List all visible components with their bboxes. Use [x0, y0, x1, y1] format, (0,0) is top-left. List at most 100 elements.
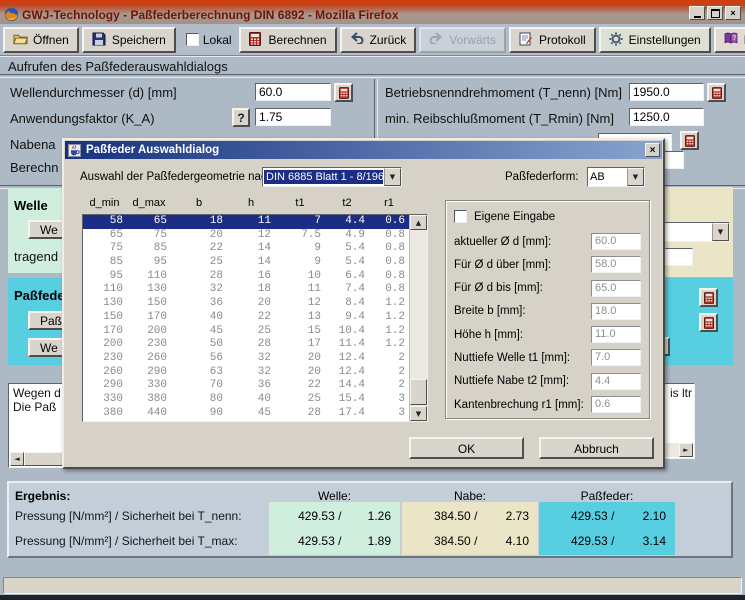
local-checkbox[interactable] — [186, 33, 199, 46]
passfederform-dropdown[interactable]: AB ▼ — [587, 167, 645, 187]
cancel-button[interactable]: Abbruch — [539, 437, 654, 459]
table-cell: 290 — [83, 379, 128, 393]
table-cell: 260 — [128, 352, 172, 366]
scroll-right-icon[interactable]: ► — [679, 443, 693, 457]
ok-button[interactable]: OK — [409, 437, 524, 459]
table-row[interactable]: 7585221495.40.8 — [83, 242, 427, 256]
table-cell: 9.4 — [326, 311, 370, 325]
table-row[interactable]: 1101303218117.40.8 — [83, 283, 427, 297]
table-cell: 0.8 — [370, 256, 410, 270]
table-cell: 2 — [370, 352, 410, 366]
application-factor-input[interactable] — [255, 108, 331, 126]
table-cell: 1.2 — [370, 297, 410, 311]
table-cell: 14 — [228, 242, 276, 256]
field-label: Kantenbrechung r1 [mm]: — [454, 399, 584, 411]
chevron-down-icon[interactable]: ▼ — [384, 168, 401, 186]
calculate-button-label: Berechnen — [269, 33, 327, 47]
table-row[interactable]: 8595251495.40.8 — [83, 256, 427, 270]
open-button[interactable]: Öffnen — [3, 27, 79, 53]
shaft-diameter-calc-button[interactable] — [334, 83, 353, 102]
table-row[interactable]: 951102816106.40.8 — [83, 270, 427, 284]
passfeder-calc-button1[interactable] — [699, 288, 718, 307]
protocol-button[interactable]: Protokoll — [509, 27, 596, 53]
table-row[interactable]: 17020045251510.41.2 — [83, 325, 427, 339]
table-row[interactable]: 657520127.54.90.8 — [83, 229, 427, 243]
geometry-label: Auswahl der Paßfedergeometrie nach: — [80, 171, 276, 183]
table-cell: 45 — [172, 325, 228, 339]
chevron-down-icon[interactable]: ▼ — [627, 168, 644, 186]
result-row-label: Pressung [N/mm²] / Sicherheit bei T_nenn… — [15, 509, 242, 523]
table-cell: 10 — [276, 270, 326, 284]
settings-button-label: Einstellungen — [629, 33, 701, 47]
nominal-torque-input[interactable] — [629, 83, 704, 101]
table-cell: 20 — [276, 366, 326, 380]
table-row[interactable]: 33038080402515.43 — [83, 393, 427, 407]
nominal-torque-calc-button[interactable] — [707, 83, 726, 102]
maximize-icon — [711, 9, 720, 18]
geometry-table-body: 5865181174.40.6657520127.54.90.875852214… — [83, 215, 427, 420]
table-row[interactable]: 29033070362214.42 — [83, 379, 427, 393]
shaft-diameter-input[interactable] — [255, 83, 331, 101]
dialog-close-button[interactable]: × — [645, 143, 660, 157]
maximize-button[interactable] — [707, 6, 723, 20]
table-cell: 230 — [128, 338, 172, 352]
forward-button[interactable]: Vorwärts — [419, 27, 506, 53]
min-friction-input[interactable] — [629, 108, 704, 126]
table-row[interactable]: 5865181174.40.6 — [83, 215, 427, 229]
field-label: Höhe h [mm]: — [454, 329, 523, 341]
gear-icon — [609, 32, 624, 47]
forward-button-label: Vorwärts — [449, 33, 496, 47]
close-button[interactable]: × — [725, 6, 741, 20]
eigene-eingabe-checkbox[interactable] — [454, 210, 467, 223]
separator — [0, 74, 745, 78]
scroll-down-icon[interactable]: ▼ — [410, 406, 427, 421]
results-panel: Ergebnis: Welle: Nabe: Paßfeder: Pressun… — [7, 481, 733, 558]
table-row[interactable]: 1501704022139.41.2 — [83, 311, 427, 325]
table-cell: 25 — [276, 393, 326, 407]
vertical-scrollbar[interactable]: ▲ ▼ — [409, 215, 427, 421]
settings-button[interactable]: Einstellungen — [599, 27, 711, 53]
table-cell: 32 — [172, 283, 228, 297]
calc-label-partial: Berechn — [10, 160, 58, 175]
save-button[interactable]: Speichern — [82, 27, 176, 53]
scroll-left-icon[interactable]: ◄ — [10, 452, 24, 466]
table-cell: 5.4 — [326, 256, 370, 270]
table-header-cell: t1 — [275, 197, 325, 209]
passfeder-calc-button2[interactable] — [699, 313, 718, 332]
table-cell: 200 — [83, 338, 128, 352]
table-cell: 56 — [172, 352, 228, 366]
scroll-up-icon[interactable]: ▲ — [410, 215, 427, 230]
custom-fields: aktueller Ø d [mm]:60.0Für Ø d über [mm]… — [454, 233, 641, 419]
pressung-value: 429.53 / — [269, 509, 341, 523]
table-row[interactable]: 20023050281711.41.2 — [83, 338, 427, 352]
table-row[interactable]: 23026056322012.42 — [83, 352, 427, 366]
help-button[interactable]: ? Hilfe — [714, 27, 745, 53]
table-cell: 1.2 — [370, 325, 410, 339]
geometry-dropdown[interactable]: DIN 6885 Blatt 1 - 8/1968 ▼ — [262, 167, 402, 187]
custom-field-row: Nuttiefe Nabe t2 [mm]:4.4 — [454, 373, 641, 390]
back-button[interactable]: Zurück — [340, 27, 417, 53]
table-row[interactable]: 38044090452817.43 — [83, 407, 427, 421]
table-row[interactable]: 1301503620128.41.2 — [83, 297, 427, 311]
table-cell: 20 — [172, 229, 228, 243]
svg-text:?: ? — [732, 35, 736, 42]
table-cell: 2 — [370, 379, 410, 393]
window-title: GWJ-Technology - Paßfederberechnung DIN … — [22, 8, 399, 22]
scrollbar-thumb[interactable] — [410, 379, 427, 405]
minimize-button[interactable] — [689, 6, 705, 20]
min-friction-label: min. Reibschlußmoment (T_Rmin) [Nm] — [385, 111, 614, 126]
custom-field-row: Kantenbrechung r1 [mm]:0.6 — [454, 396, 641, 413]
calculate-button[interactable]: Berechnen — [239, 27, 337, 53]
application-factor-help-button[interactable]: ? — [232, 108, 250, 127]
custom-field-row: Für Ø d über [mm]:58.0 — [454, 256, 641, 273]
chevron-down-icon[interactable]: ▼ — [712, 223, 729, 241]
table-cell: 290 — [128, 366, 172, 380]
field-label: Nuttiefe Welle t1 [mm]: — [454, 352, 570, 364]
sicherheit-value: 4.10 — [477, 534, 538, 548]
calculator-icon — [704, 292, 714, 304]
geometry-listbox: 5865181174.40.6657520127.54.90.875852214… — [82, 214, 428, 422]
table-row[interactable]: 26029063322012.42 — [83, 366, 427, 380]
back-button-label: Zurück — [370, 33, 407, 47]
table-cell: 200 — [128, 325, 172, 339]
hub-calc-button[interactable] — [680, 131, 699, 150]
